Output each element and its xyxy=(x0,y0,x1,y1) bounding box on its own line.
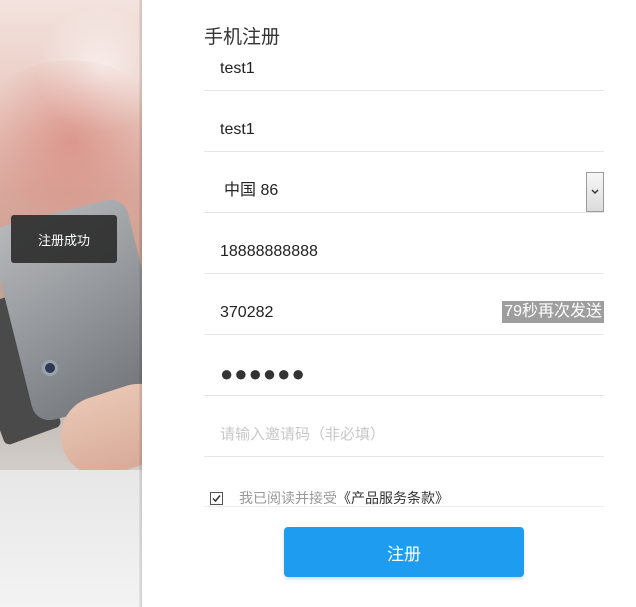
username-value: test1 xyxy=(220,60,255,77)
country-value: 中国 86 xyxy=(224,182,279,199)
registration-page: 注册成功 手机注册 test1 test1 中国 86 18888888888 … xyxy=(0,0,636,607)
photo-floor xyxy=(0,470,142,607)
agreement-row: 我已阅读并接受 《产品服务条款》 xyxy=(210,488,449,508)
divider xyxy=(204,506,604,507)
toast-message: 注册成功 xyxy=(11,215,117,263)
phone-value: 18888888888 xyxy=(220,243,318,260)
invite-code-field[interactable]: 请输入邀请码（非必填） xyxy=(204,396,604,457)
invite-code-placeholder: 请输入邀请码（非必填） xyxy=(220,426,386,443)
checkmark-icon xyxy=(212,494,221,502)
terms-link[interactable]: 《产品服务条款》 xyxy=(337,488,449,508)
password-field[interactable]: ●●●●●● xyxy=(204,335,604,396)
resend-code-button[interactable]: 79秒再次发送 xyxy=(502,301,604,323)
photo-phone-camera xyxy=(42,360,58,376)
nickname-value: test1 xyxy=(220,121,255,138)
photo-edge xyxy=(139,0,142,607)
agree-checkbox[interactable] xyxy=(210,491,223,505)
register-button[interactable]: 注册 xyxy=(284,527,524,577)
chevron-down-icon[interactable] xyxy=(586,172,604,212)
username-field[interactable]: test1 xyxy=(204,30,604,91)
sms-code-field[interactable]: 370282 79秒再次发送 xyxy=(204,274,604,335)
password-mask: ●●●●●● xyxy=(220,361,306,386)
hero-photo xyxy=(0,0,142,607)
photo-warm-area xyxy=(0,60,142,220)
phone-field[interactable]: 18888888888 xyxy=(204,213,604,274)
sms-code-value: 370282 xyxy=(220,304,274,321)
country-select[interactable]: 中国 86 xyxy=(204,152,604,213)
nickname-field[interactable]: test1 xyxy=(204,91,604,152)
agree-prefix: 我已阅读并接受 xyxy=(239,490,337,506)
